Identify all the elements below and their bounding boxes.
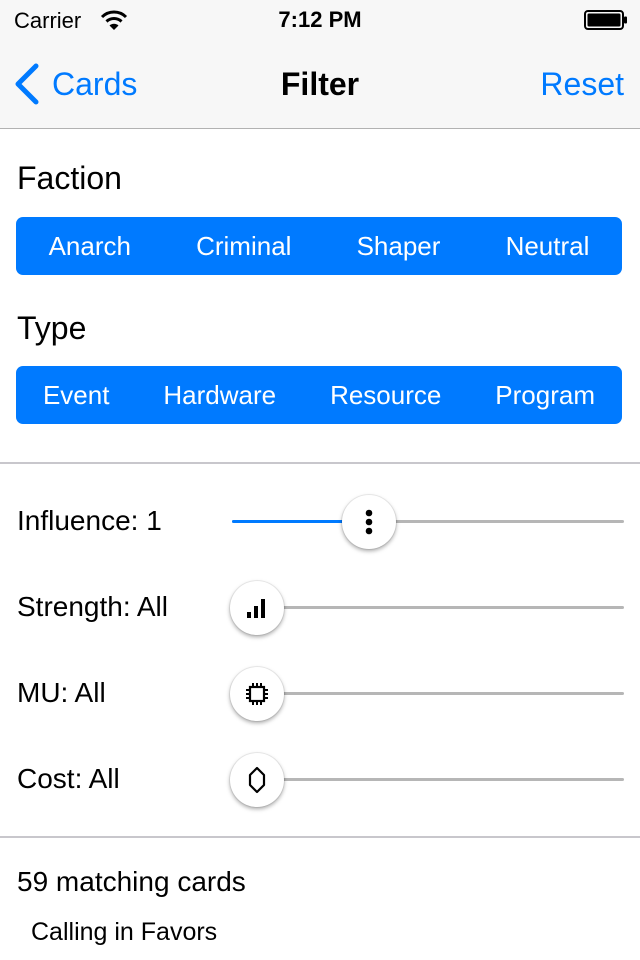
- type-option-program[interactable]: Program: [485, 380, 605, 411]
- influence-icon: [365, 509, 373, 535]
- reset-button[interactable]: Reset: [540, 66, 624, 103]
- mu-slider-thumb[interactable]: [230, 667, 284, 721]
- type-segmented-control: Event Hardware Resource Program: [16, 366, 622, 424]
- influence-label: Influence: 1: [17, 505, 162, 536]
- hexagon-credit-icon: [248, 766, 266, 794]
- mu-slider-track[interactable]: [232, 692, 624, 695]
- cost-slider-thumb[interactable]: [230, 753, 284, 807]
- strength-slider-track[interactable]: [232, 606, 624, 609]
- cost-slider-track[interactable]: [232, 778, 624, 781]
- chip-icon: [246, 683, 268, 705]
- section-divider: [0, 836, 640, 838]
- type-option-event[interactable]: Event: [33, 380, 120, 411]
- signal-bars-icon: [247, 599, 265, 618]
- strength-label: Strength: All: [17, 591, 168, 622]
- list-item[interactable]: Calling in Favors: [31, 918, 217, 947]
- type-label: Type: [17, 310, 87, 346]
- strength-slider-thumb[interactable]: [230, 581, 284, 635]
- faction-label: Faction: [17, 160, 122, 196]
- status-time: 7:12 PM: [278, 7, 362, 32]
- faction-option-shaper[interactable]: Shaper: [347, 231, 451, 262]
- status-bar: Carrier 7:12 PM: [0, 0, 640, 40]
- navigation-bar: Cards Filter Reset: [0, 40, 640, 129]
- type-option-hardware[interactable]: Hardware: [153, 380, 286, 411]
- section-divider: [0, 462, 640, 464]
- matching-count: 59 matching cards: [17, 866, 246, 897]
- battery-icon: [584, 10, 627, 30]
- faction-segmented-control: Anarch Criminal Shaper Neutral: [16, 217, 622, 275]
- cost-label: Cost: All: [17, 763, 120, 794]
- faction-option-anarch[interactable]: Anarch: [39, 231, 141, 262]
- faction-option-neutral[interactable]: Neutral: [496, 231, 600, 262]
- type-option-resource[interactable]: Resource: [320, 380, 451, 411]
- influence-slider-track[interactable]: [232, 520, 624, 523]
- mu-label: MU: All: [17, 677, 106, 708]
- influence-slider-thumb[interactable]: [342, 495, 397, 549]
- faction-option-criminal[interactable]: Criminal: [186, 231, 301, 262]
